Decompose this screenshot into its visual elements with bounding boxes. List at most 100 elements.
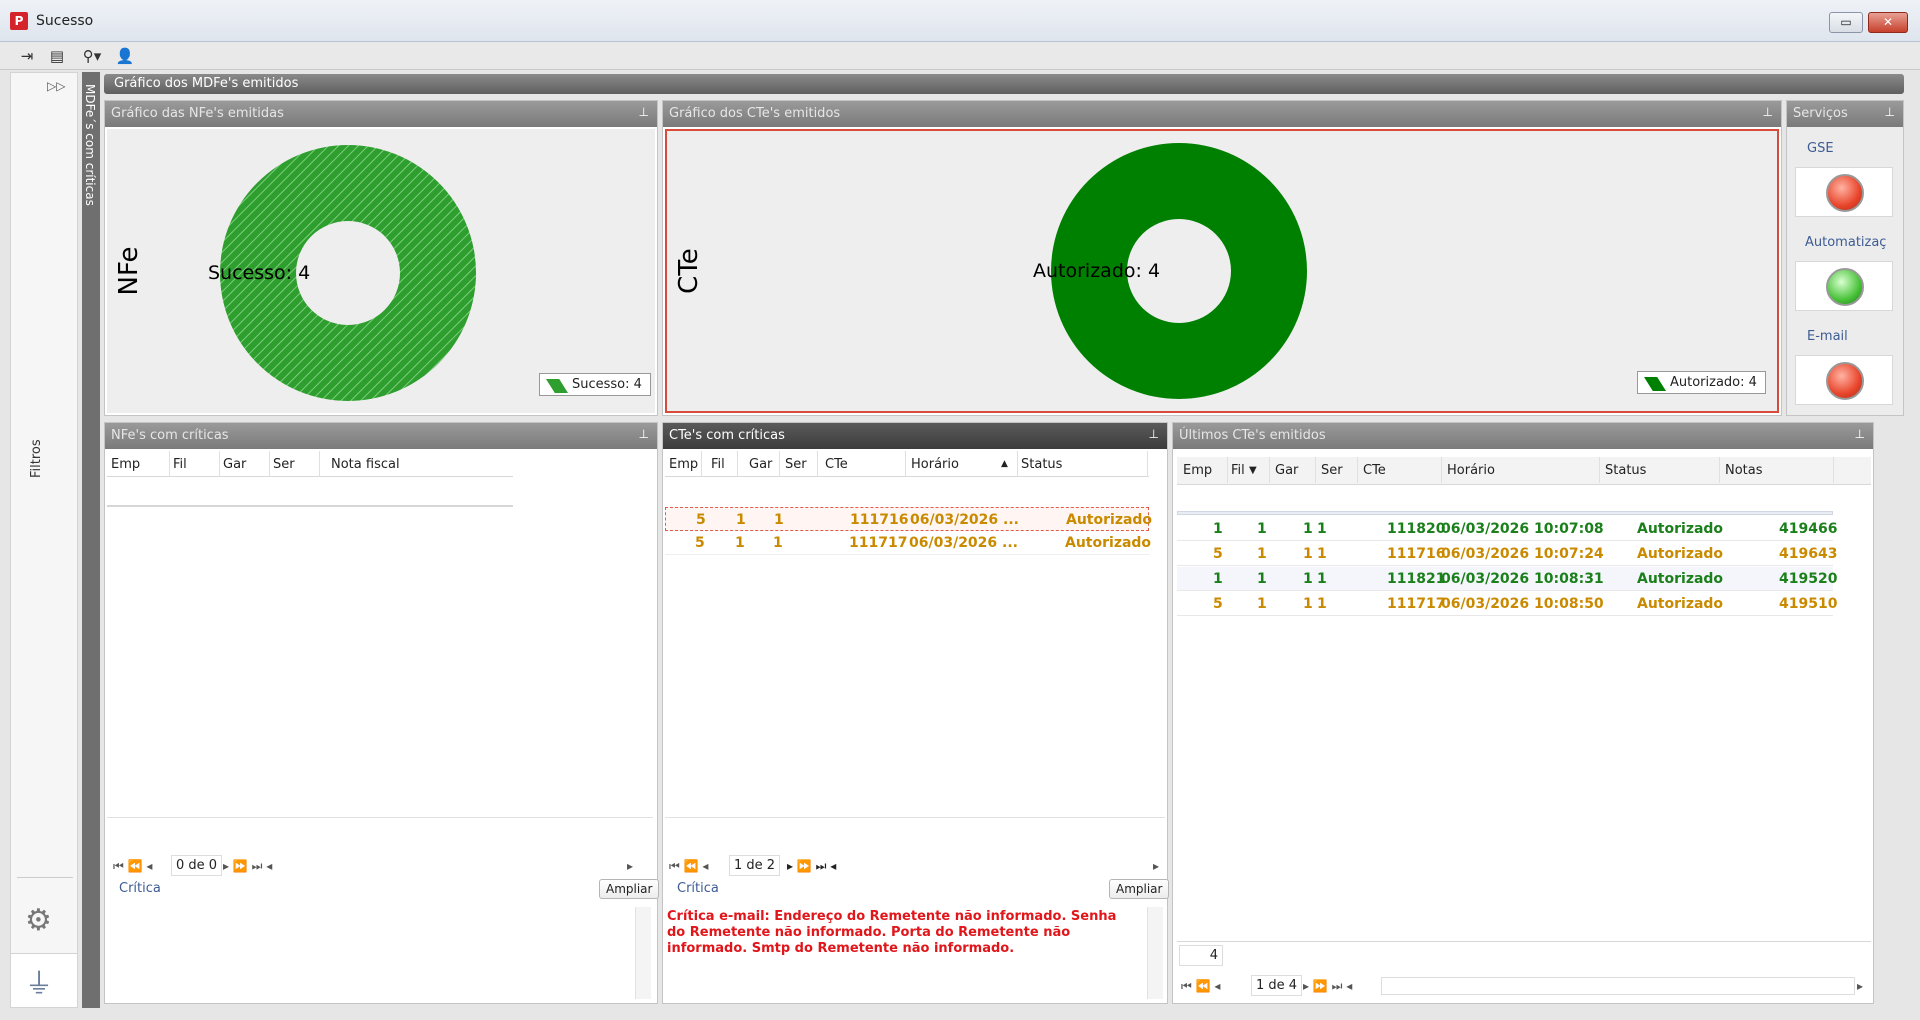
gear-icon[interactable]: ⚙ bbox=[25, 903, 52, 938]
cell-horario: 06/03/2026 10:07:24 bbox=[1441, 546, 1604, 562]
divider bbox=[107, 817, 653, 818]
table-row[interactable]: 5 1 1 1 111716 06/03/2026 10:07:24 Autor… bbox=[1177, 542, 1837, 566]
cell-notas: 419520 bbox=[1779, 571, 1838, 587]
cell-ser: 1 bbox=[1317, 571, 1327, 587]
pin-icon[interactable]: ⊥ bbox=[1149, 427, 1159, 441]
status-light-green bbox=[1826, 268, 1864, 306]
legend-text: Autorizado: 4 bbox=[1670, 375, 1757, 390]
pin-icon[interactable]: ⊥ bbox=[1885, 105, 1895, 119]
filtros-label[interactable]: Filtros bbox=[29, 439, 44, 478]
pager-position: 1 de 2 bbox=[729, 855, 781, 876]
filter-button[interactable]: ⏚ bbox=[11, 953, 77, 1007]
scroll-right-icon[interactable]: ▸ bbox=[627, 859, 633, 873]
column-fil[interactable]: Fil bbox=[173, 457, 187, 472]
table-row[interactable]: 1 1 1 1 111820 06/03/2026 10:07:08 Autor… bbox=[1177, 517, 1837, 541]
column-horario[interactable]: Horário bbox=[911, 457, 959, 472]
table-row[interactable]: 5 1 1 1 111717 06/03/2026 10:08:50 Autor… bbox=[1177, 592, 1837, 616]
close-button[interactable]: ✕ bbox=[1868, 12, 1908, 33]
column-ser[interactable]: Ser bbox=[273, 457, 295, 472]
mdfe-chart-header[interactable]: Gráfico dos MDFe's emitidos bbox=[104, 74, 1904, 94]
service-gse-label: GSE bbox=[1807, 141, 1834, 156]
column-nota-fiscal[interactable]: Nota fiscal bbox=[331, 457, 400, 472]
empty-row-line bbox=[107, 505, 513, 507]
ampliar-button[interactable]: Ampliar bbox=[599, 879, 660, 899]
column-status[interactable]: Status bbox=[1605, 463, 1646, 478]
filter-row[interactable] bbox=[1177, 511, 1833, 515]
cte-grid-header: Emp Fil Gar Ser CTe Horário ▲ Status bbox=[665, 451, 1149, 477]
ampliar-button[interactable]: Ampliar bbox=[1109, 879, 1170, 899]
pin-icon[interactable]: ⊥ bbox=[1855, 427, 1865, 441]
pager-nav-first[interactable]: ⏮ ⏪ ◂ bbox=[113, 859, 152, 874]
column-horario[interactable]: Horário bbox=[1447, 463, 1495, 478]
column-ser[interactable]: Ser bbox=[785, 457, 807, 472]
divider bbox=[665, 817, 1165, 818]
column-fil[interactable]: Fil bbox=[1231, 463, 1245, 478]
column-fil[interactable]: Fil bbox=[711, 457, 725, 472]
column-gar[interactable]: Gar bbox=[223, 457, 246, 472]
critica-scrollbar[interactable] bbox=[635, 907, 651, 999]
cell-horario: 06/03/2026 10:08:50 bbox=[1441, 596, 1604, 612]
servicos-panel: Serviços ⊥ GSE Automatizaç E-mail bbox=[1786, 100, 1904, 416]
col-sep bbox=[1017, 451, 1018, 477]
cte-donut-svg: CTe Autorizado: 4 bbox=[674, 143, 1307, 399]
service-automatizacao-status[interactable] bbox=[1795, 261, 1893, 311]
column-cte[interactable]: CTe bbox=[825, 457, 848, 472]
cell-emp: 5 bbox=[696, 512, 706, 528]
critica-scrollbar[interactable] bbox=[1147, 907, 1163, 999]
window-title: Sucesso bbox=[36, 13, 94, 29]
status-light-red bbox=[1826, 362, 1864, 400]
col-sep bbox=[1147, 451, 1148, 477]
table-row[interactable]: 5 1 1 111717 06/03/2026 ... Autorizado bbox=[665, 531, 1151, 555]
expand-icon[interactable]: ▷▷ bbox=[47, 79, 65, 93]
legend-swatch bbox=[546, 379, 568, 393]
pin-icon[interactable]: ⊥ bbox=[1763, 105, 1773, 119]
panel-title-text: Gráfico dos CTe's emitidos bbox=[669, 106, 841, 121]
pager-nav-first[interactable]: ⏮ ⏪ ◂ bbox=[1181, 979, 1220, 994]
col-sep bbox=[817, 451, 818, 477]
mdfe-criticas-tab[interactable] bbox=[82, 72, 100, 1008]
cell-cte: 111717 bbox=[849, 535, 908, 551]
service-gse-status[interactable] bbox=[1795, 167, 1893, 217]
search-icon[interactable]: ⚲▾ bbox=[76, 46, 108, 66]
message-icon[interactable]: ▤ bbox=[46, 46, 68, 66]
column-ser[interactable]: Ser bbox=[1321, 463, 1343, 478]
col-sep bbox=[1357, 457, 1358, 483]
column-cte[interactable]: CTe bbox=[1363, 463, 1386, 478]
col-sep bbox=[219, 451, 220, 477]
cell-cte: 111820 bbox=[1387, 521, 1446, 537]
table-row[interactable]: 1 1 1 1 111821 06/03/2026 10:08:31 Autor… bbox=[1177, 567, 1837, 591]
panel-title: Serviços ⊥ bbox=[1787, 101, 1903, 127]
column-status[interactable]: Status bbox=[1021, 457, 1062, 472]
filter-sort-icon[interactable]: ▼ bbox=[1249, 465, 1257, 476]
user-icon[interactable]: 👤 bbox=[114, 46, 136, 66]
pager-position: 0 de 0 bbox=[171, 855, 223, 876]
pager-nav-last[interactable]: ▸ ⏩ ⏭ ◂ bbox=[787, 859, 836, 874]
column-emp[interactable]: Emp bbox=[111, 457, 140, 472]
col-sep bbox=[701, 451, 702, 477]
table-row[interactable]: 5 1 1 111716 06/03/2026 ... Autorizado bbox=[665, 507, 1152, 531]
pager-nav-first[interactable]: ⏮ ⏪ ◂ bbox=[669, 859, 708, 874]
column-notas[interactable]: Notas bbox=[1725, 463, 1763, 478]
minimize-button[interactable]: ▭ bbox=[1829, 12, 1863, 33]
critica-label: Crítica bbox=[119, 881, 161, 896]
service-email-status[interactable] bbox=[1795, 355, 1893, 405]
exit-icon[interactable]: ⇥ bbox=[16, 46, 38, 66]
cell-gar: 1 bbox=[1303, 521, 1313, 537]
column-gar[interactable]: Gar bbox=[749, 457, 772, 472]
scroll-right-icon[interactable]: ▸ bbox=[1153, 859, 1159, 873]
col-sep bbox=[1719, 457, 1720, 483]
pager-nav-last[interactable]: ▸ ⏩ ⏭ ◂ bbox=[223, 859, 272, 874]
pin-icon[interactable]: ⊥ bbox=[639, 427, 649, 441]
pin-icon[interactable]: ⊥ bbox=[639, 105, 649, 119]
cell-emp: 1 bbox=[1213, 521, 1223, 537]
cell-horario: 06/03/2026 ... bbox=[910, 512, 1019, 528]
panel-title-text: Serviços bbox=[1793, 106, 1848, 121]
cell-status: Autorizado bbox=[1637, 521, 1724, 537]
scroll-right-icon[interactable]: ▸ bbox=[1857, 979, 1863, 993]
column-emp[interactable]: Emp bbox=[1183, 463, 1212, 478]
horizontal-scrollbar[interactable] bbox=[1381, 977, 1855, 995]
column-gar[interactable]: Gar bbox=[1275, 463, 1298, 478]
panel-title: NFe's com críticas ⊥ bbox=[105, 423, 657, 449]
pager-nav-last[interactable]: ▸ ⏩ ⏭ ◂ bbox=[1303, 979, 1352, 994]
column-emp[interactable]: Emp bbox=[669, 457, 698, 472]
